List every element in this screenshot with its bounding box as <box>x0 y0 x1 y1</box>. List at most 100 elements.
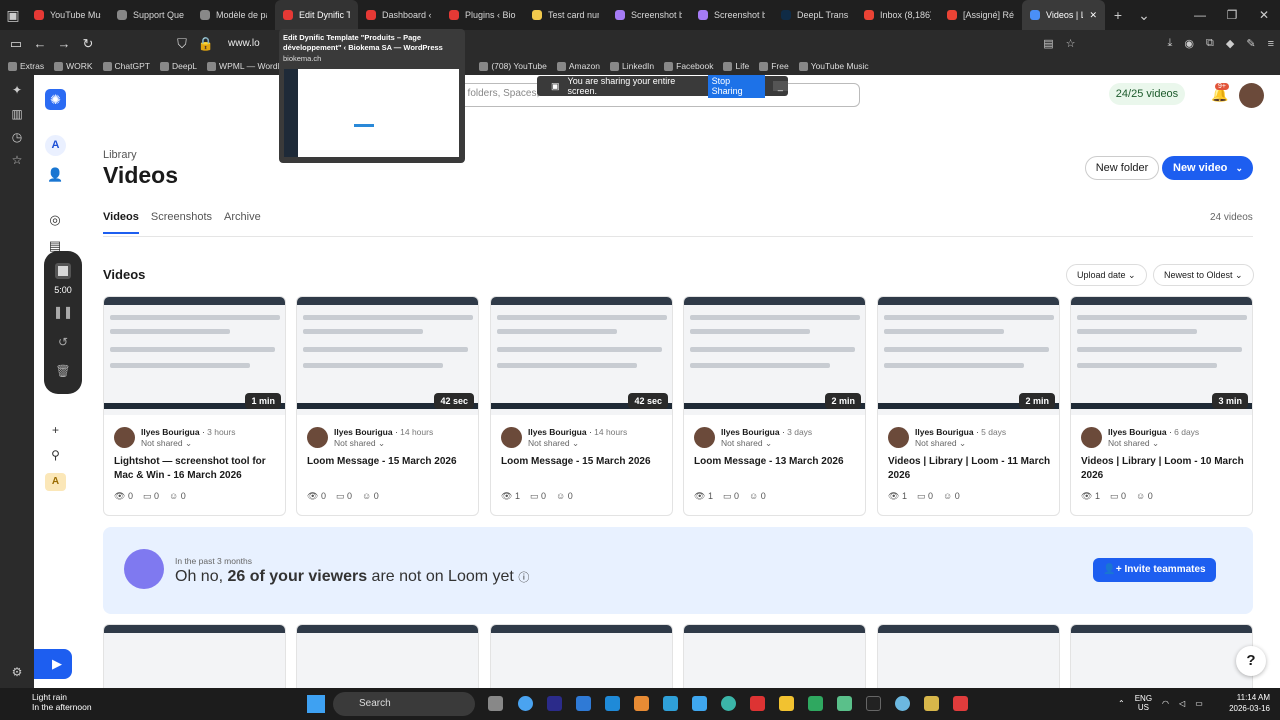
spaces-icon[interactable]: ⚲ <box>45 448 66 466</box>
video-card[interactable]: 2 min Ilyes Bourigua · 3 days Not shared ⌄… <box>683 296 866 516</box>
terminal-icon[interactable] <box>866 696 881 711</box>
video-title[interactable]: Videos | Library | Loom - 11 March 2026 <box>888 455 1053 483</box>
share-status[interactable]: Not shared ⌄ <box>915 438 966 449</box>
language-indicator[interactable]: ENG US <box>1135 694 1152 712</box>
weather-widget[interactable]: Light rain In the afternoon <box>10 692 92 712</box>
folder-icon[interactable] <box>779 696 794 711</box>
bookmark-item[interactable]: YouTube Music <box>798 61 869 71</box>
share-status[interactable]: Not shared ⌄ <box>721 438 772 449</box>
task-view-icon[interactable] <box>488 696 503 711</box>
video-thumbnail[interactable] <box>103 624 286 688</box>
plus-icon[interactable]: + <box>45 423 66 441</box>
browser-tab[interactable]: DeepL Translat <box>773 0 856 30</box>
wifi-icon[interactable]: ◠ <box>1162 699 1169 708</box>
app-icon[interactable] <box>837 696 852 711</box>
copilot-icon[interactable]: ✦ <box>9 83 25 99</box>
video-thumbnail[interactable] <box>1070 624 1253 688</box>
stop-recording-button[interactable] <box>55 263 71 279</box>
stop-sharing-button[interactable]: Stop Sharing <box>707 75 765 98</box>
tab-archive[interactable]: Archive <box>224 211 261 234</box>
key-icon[interactable] <box>924 696 939 711</box>
bookmark-item[interactable]: WORK <box>54 61 93 71</box>
outlook-icon[interactable] <box>663 696 678 711</box>
extension-icon[interactable]: ◆ <box>1226 37 1234 50</box>
browser-tab[interactable]: Test card numb <box>524 0 607 30</box>
video-title[interactable]: Videos | Library | Loom - 10 March 2026 <box>1081 455 1246 483</box>
help-button[interactable]: ? <box>1236 646 1266 676</box>
video-thumbnail[interactable]: 2 min <box>878 297 1059 415</box>
bookmark-item[interactable]: LinkedIn <box>610 61 654 71</box>
invite-teammates-button[interactable]: 👤+ Invite teammates <box>1093 558 1216 582</box>
loom-taskbar-icon[interactable] <box>953 696 968 711</box>
tray-overflow-icon[interactable]: ⌃ <box>1118 699 1125 708</box>
record-video-button[interactable]: ▶ <box>34 649 72 679</box>
history-icon[interactable]: ◷ <box>9 130 25 146</box>
workspace-avatar[interactable]: A <box>45 135 66 156</box>
new-folder-button[interactable]: New folder <box>1085 156 1159 180</box>
browser-tab[interactable]: Screenshot by L <box>690 0 773 30</box>
video-thumbnail[interactable] <box>877 624 1060 688</box>
vscode-icon[interactable] <box>605 696 620 711</box>
browser-tab[interactable]: Modèle de pag <box>192 0 275 30</box>
video-thumbnail[interactable] <box>490 624 673 688</box>
share-status[interactable]: Not shared ⌄ <box>334 438 385 449</box>
add-user-icon[interactable]: 👤 <box>47 167 63 183</box>
new-tab-button[interactable]: + <box>1105 7 1131 23</box>
video-thumbnail[interactable]: 42 sec <box>297 297 478 415</box>
tab-videos[interactable]: Videos <box>103 211 139 234</box>
video-card[interactable]: 1 min Ilyes Bourigua · 3 hours Not shared … <box>103 296 286 516</box>
share-status[interactable]: Not shared ⌄ <box>141 438 192 449</box>
chrome-icon[interactable] <box>518 696 533 711</box>
minimize-button[interactable]: — <box>1184 0 1216 30</box>
url-field[interactable]: www.lo <box>228 38 260 49</box>
video-title[interactable]: Loom Message - 13 March 2026 <box>694 455 859 469</box>
breadcrumb[interactable]: Library <box>103 149 137 161</box>
sheets-icon[interactable] <box>808 696 823 711</box>
browser-tab[interactable]: Screenshot by L <box>607 0 690 30</box>
shield-icon[interactable]: ⛉ <box>170 36 194 52</box>
collections-icon[interactable]: ▥ <box>9 107 25 123</box>
info-icon[interactable]: ⓘ <box>518 572 529 584</box>
video-thumbnail[interactable]: 42 sec <box>491 297 672 415</box>
tab-search-icon[interactable]: ⌄ <box>1131 7 1157 24</box>
globe-icon[interactable] <box>895 696 910 711</box>
video-thumbnail[interactable]: 3 min <box>1071 297 1252 415</box>
browser-tab[interactable]: [Assigné] Répo <box>939 0 1022 30</box>
account-icon[interactable]: ◎ <box>47 212 63 228</box>
bookmark-item[interactable]: ChatGPT <box>102 61 150 71</box>
browser-tab[interactable]: Videos | Libr ✕ <box>1022 0 1105 30</box>
sort-upload-dropdown[interactable]: Upload date ⌄ <box>1066 264 1147 286</box>
bottom-avatar[interactable]: A <box>45 473 66 491</box>
clock[interactable]: 11:14 AM 2026-03-16 <box>1229 692 1270 714</box>
video-card[interactable]: 42 sec Ilyes Bourigua · 14 hours Not share… <box>490 296 673 516</box>
share-status[interactable]: Not shared ⌄ <box>1108 438 1159 449</box>
browser-tab[interactable]: Inbox (8,186) - <box>856 0 939 30</box>
video-quota-badge[interactable]: 24/25 videos <box>1109 83 1185 105</box>
video-thumbnail[interactable]: 1 min <box>104 297 285 415</box>
download-icon[interactable]: ⤓ <box>1168 37 1173 50</box>
bookmark-item[interactable]: Life <box>723 61 749 71</box>
edge-icon[interactable] <box>721 696 736 711</box>
premiere-icon[interactable] <box>547 696 562 711</box>
browser-tab[interactable]: Plugins ‹ Bioke <box>441 0 524 30</box>
pen-icon[interactable]: ✎ <box>1246 37 1255 50</box>
bookmark-item[interactable]: Extras <box>8 61 44 71</box>
menu-icon[interactable]: ≡ <box>1268 38 1274 50</box>
bookmark-item[interactable]: (708) YouTube <box>479 61 547 71</box>
bookmark-item[interactable]: Free <box>759 61 789 71</box>
workspaces-icon[interactable]: ▣ <box>0 7 26 24</box>
bookmark-item[interactable]: Facebook <box>664 61 713 71</box>
restore-button[interactable]: ❐ <box>1216 0 1248 30</box>
browser-tab[interactable]: Edit Dynific Tem <box>275 0 358 30</box>
trash-icon[interactable]: 🗑 <box>44 364 82 378</box>
profile-icon[interactable]: ◉ <box>1184 37 1194 50</box>
loom-logo[interactable]: ✺ <box>45 89 66 110</box>
video-title[interactable]: Lightshot — screenshot tool for Mac & Wi… <box>114 455 279 483</box>
share-status[interactable]: Not shared ⌄ <box>528 438 579 449</box>
word-icon[interactable] <box>576 696 591 711</box>
browser-tab[interactable]: Dashboard ‹ Bi <box>358 0 441 30</box>
sort-order-dropdown[interactable]: Newest to Oldest ⌄ <box>1153 264 1254 286</box>
volume-icon[interactable]: ◁ <box>1179 699 1185 708</box>
windows-start-icon[interactable] <box>307 695 325 713</box>
store-icon[interactable] <box>692 696 707 711</box>
